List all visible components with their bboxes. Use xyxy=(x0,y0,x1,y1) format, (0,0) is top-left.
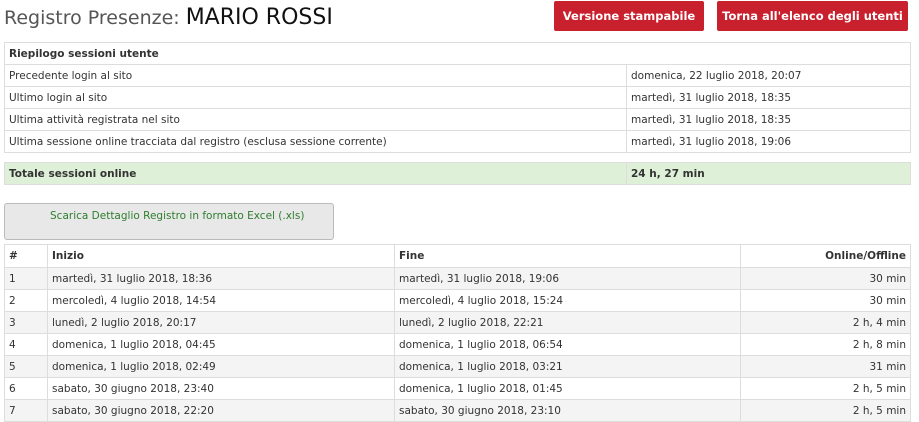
row-number: 6 xyxy=(4,377,48,400)
row-end: sabato, 30 giugno 2018, 23:10 xyxy=(394,399,741,422)
col-header-end: Fine xyxy=(394,244,741,268)
sessions-summary-table: Riepilogo sessioni utente Precedente log… xyxy=(3,42,912,185)
row-number: 5 xyxy=(4,355,48,378)
col-header-number: # xyxy=(4,244,48,268)
row-start: domenica, 1 luglio 2018, 04:45 xyxy=(47,333,395,356)
row-number: 3 xyxy=(4,311,48,334)
row-online: 2 h, 5 min xyxy=(740,377,911,400)
summary-row: Precedente login al sito domenica, 22 lu… xyxy=(4,64,912,87)
summary-total-row: Totale sessioni online 24 h, 27 min xyxy=(4,162,912,185)
row-start: sabato, 30 giugno 2018, 23:40 xyxy=(47,377,395,400)
summary-row: Ultimo login al sito martedì, 31 luglio … xyxy=(4,86,912,109)
row-start: domenica, 1 luglio 2018, 02:49 xyxy=(47,355,395,378)
download-xls-label: Scarica Dettaglio Registro in formato Ex… xyxy=(50,210,305,222)
printable-version-button[interactable]: Versione stampabile xyxy=(554,1,704,31)
row-start: mercoledì, 4 luglio 2018, 14:54 xyxy=(47,289,395,312)
col-header-online: Online/Offline xyxy=(740,244,911,268)
row-online: 2 h, 4 min xyxy=(740,311,911,334)
table-row: 1 martedì, 31 luglio 2018, 18:36 martedì… xyxy=(4,267,911,290)
summary-value: domenica, 22 luglio 2018, 20:07 xyxy=(625,64,912,87)
col-header-start: Inizio xyxy=(47,244,395,268)
row-end: domenica, 1 luglio 2018, 01:45 xyxy=(394,377,741,400)
table-row: 6 sabato, 30 giugno 2018, 23:40 domenica… xyxy=(4,377,911,400)
total-label: Totale sessioni online xyxy=(4,162,627,185)
summary-value: martedì, 31 luglio 2018, 18:35 xyxy=(625,108,912,131)
row-number: 7 xyxy=(4,399,48,422)
row-number: 4 xyxy=(4,333,48,356)
user-name: MARIO ROSSI xyxy=(185,5,333,30)
summary-label: Precedente login al sito xyxy=(4,64,627,87)
total-value: 24 h, 27 min xyxy=(625,162,912,185)
page-title: Registro Presenze: MARIO ROSSI xyxy=(4,5,333,30)
table-row: 4 domenica, 1 luglio 2018, 04:45 domenic… xyxy=(4,333,911,356)
page-title-prefix: Registro Presenze: xyxy=(4,7,180,29)
summary-label: Ultima sessione online tracciata dal reg… xyxy=(4,130,627,153)
spacer-cell xyxy=(4,152,911,163)
row-end: domenica, 1 luglio 2018, 03:21 xyxy=(394,355,741,378)
row-number: 1 xyxy=(4,267,48,290)
sessions-detail-table: # Inizio Fine Online/Offline 1 martedì, … xyxy=(4,244,911,422)
summary-spacer xyxy=(4,152,911,163)
table-row: 5 domenica, 1 luglio 2018, 02:49 domenic… xyxy=(4,355,911,378)
summary-label: Ultima attività registrata nel sito xyxy=(4,108,627,131)
download-xls-button[interactable]: Scarica Dettaglio Registro in formato Ex… xyxy=(4,203,334,240)
row-online: 31 min xyxy=(740,355,911,378)
back-to-users-button[interactable]: Torna all'elenco degli utenti xyxy=(717,1,908,31)
row-online: 2 h, 5 min xyxy=(740,399,911,422)
row-online: 2 h, 8 min xyxy=(740,333,911,356)
row-start: sabato, 30 giugno 2018, 22:20 xyxy=(47,399,395,422)
summary-row: Ultima attività registrata nel sito mart… xyxy=(4,108,912,131)
table-row: 3 lunedì, 2 luglio 2018, 20:17 lunedì, 2… xyxy=(4,311,911,334)
table-row: 2 mercoledì, 4 luglio 2018, 14:54 mercol… xyxy=(4,289,911,312)
row-end: domenica, 1 luglio 2018, 06:54 xyxy=(394,333,741,356)
table-row: 7 sabato, 30 giugno 2018, 22:20 sabato, … xyxy=(4,399,911,422)
row-online: 30 min xyxy=(740,289,911,312)
page-header: Registro Presenze: MARIO ROSSI Versione s… xyxy=(0,0,919,42)
row-online: 30 min xyxy=(740,267,911,290)
summary-row: Ultima sessione online tracciata dal reg… xyxy=(4,130,912,153)
summary-value: martedì, 31 luglio 2018, 19:06 xyxy=(625,130,912,153)
summary-header-row: Riepilogo sessioni utente xyxy=(3,42,912,65)
row-number: 2 xyxy=(4,289,48,312)
detail-header-row: # Inizio Fine Online/Offline xyxy=(4,244,911,268)
row-end: lunedì, 2 luglio 2018, 22:21 xyxy=(394,311,741,334)
row-start: martedì, 31 luglio 2018, 18:36 xyxy=(47,267,395,290)
summary-value: martedì, 31 luglio 2018, 18:35 xyxy=(625,86,912,109)
row-start: lunedì, 2 luglio 2018, 20:17 xyxy=(47,311,395,334)
row-end: martedì, 31 luglio 2018, 19:06 xyxy=(394,267,741,290)
row-end: mercoledì, 4 luglio 2018, 15:24 xyxy=(394,289,741,312)
summary-label: Ultimo login al sito xyxy=(4,86,627,109)
summary-header: Riepilogo sessioni utente xyxy=(3,42,912,65)
